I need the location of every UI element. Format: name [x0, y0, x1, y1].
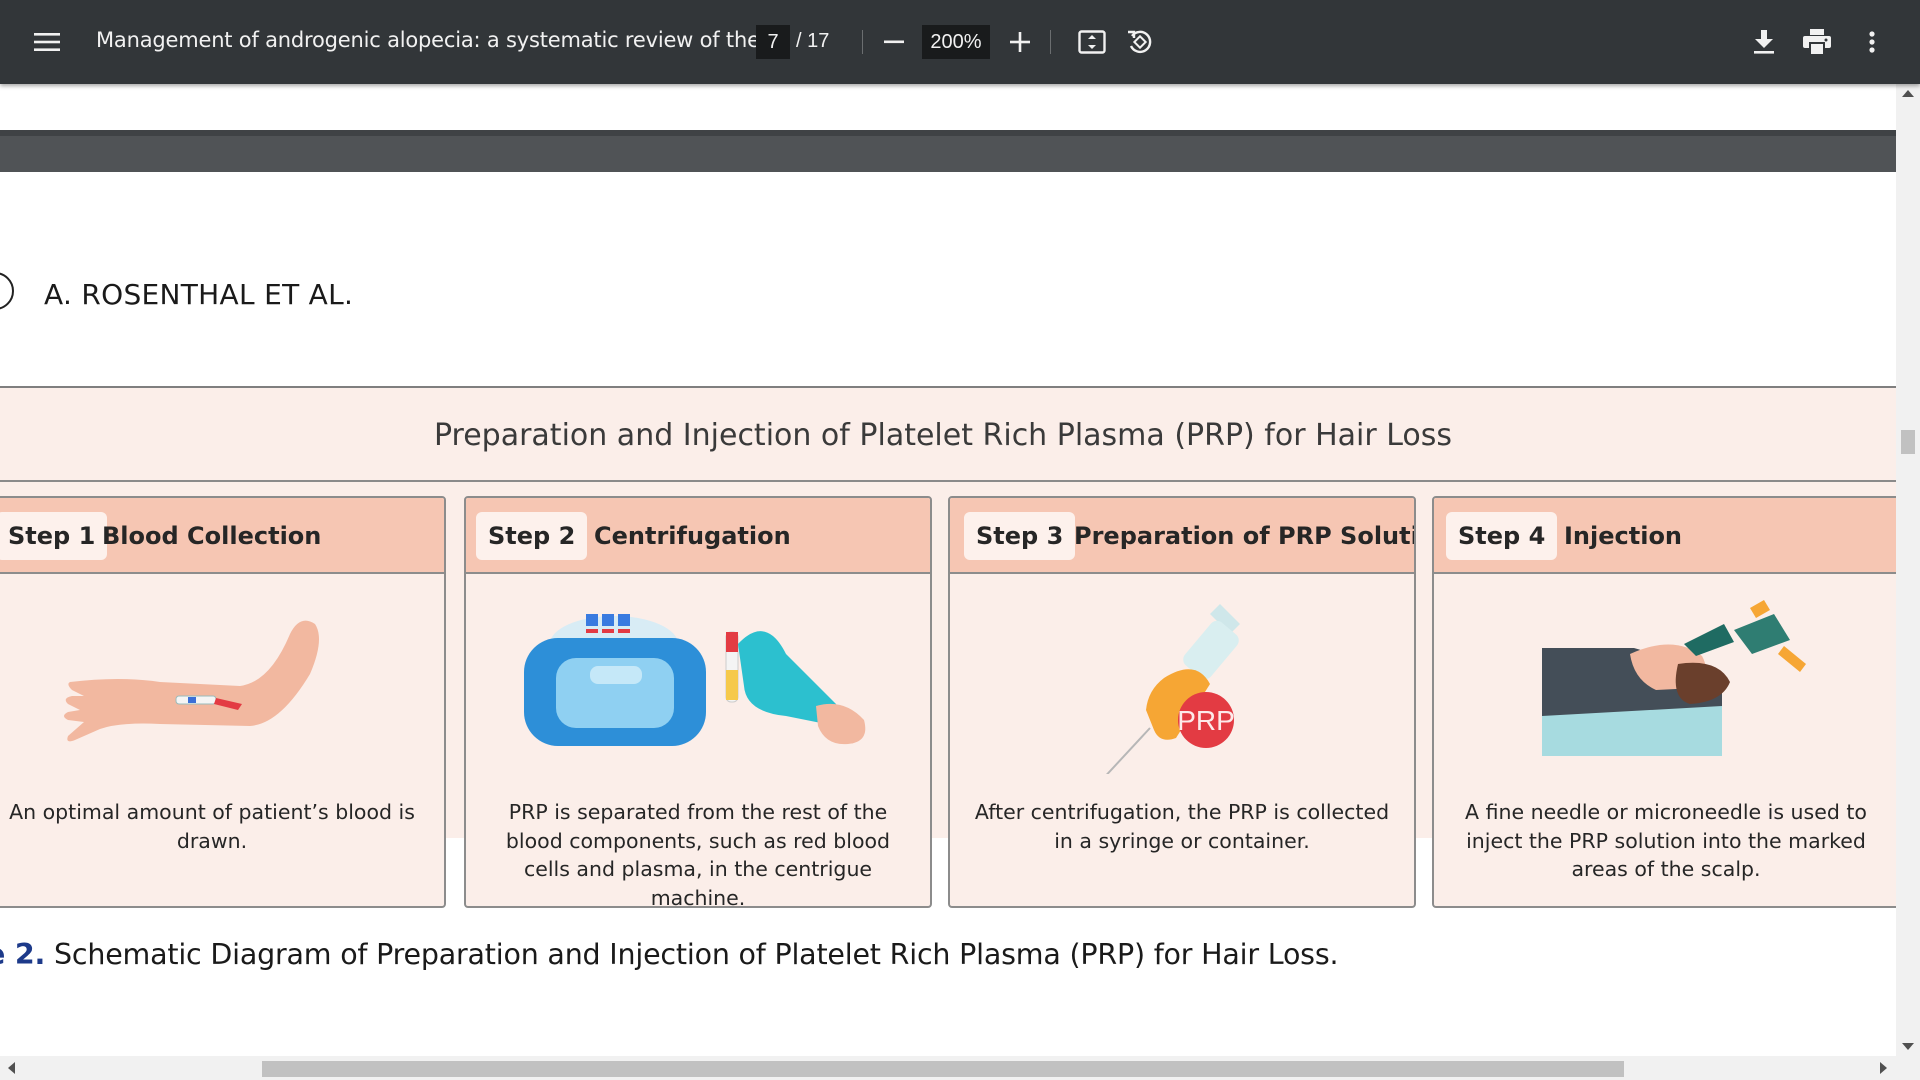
page-separator [0, 130, 1896, 172]
horizontal-scrollbar[interactable] [0, 1056, 1920, 1080]
figure-divider [0, 480, 1896, 482]
fit-page-icon [1078, 30, 1106, 54]
step-4-card: Step 4 Injection A fine needle or micron… [1432, 496, 1896, 908]
rotate-button[interactable] [1124, 26, 1156, 58]
journal-logo-icon [0, 272, 14, 310]
step-title: Blood Collection [102, 522, 322, 550]
step-3-card: Step 3 Preparation of PRP Solution PRP A… [948, 496, 1416, 908]
horizontal-scroll-thumb[interactable] [262, 1061, 1624, 1077]
centrifuge-illustration [466, 594, 930, 774]
step-tag: Step 1 [0, 512, 108, 560]
step-header: Step 4 Injection [1434, 498, 1896, 574]
step-1-card: Step 1 Blood Collection An optimal amoun… [0, 496, 446, 908]
caption-text: Schematic Diagram of Preparation and Inj… [45, 938, 1339, 971]
more-options-button[interactable] [1856, 26, 1888, 58]
step-title: Preparation of PRP Solution [1074, 522, 1416, 550]
pdf-toolbar: Management of androgenic alopecia: a sys… [0, 0, 1920, 84]
step-description: After centrifugation, the PRP is collect… [974, 800, 1390, 853]
figure-caption: e 2. Schematic Diagram of Preparation an… [0, 938, 1339, 971]
zoom-out-icon [884, 40, 904, 44]
scalp-injection-illustration [1434, 594, 1896, 774]
page-number-input[interactable]: 7 [756, 25, 790, 59]
toolbar-divider [1050, 30, 1051, 54]
step-header: Step 3 Preparation of PRP Solution [950, 498, 1414, 574]
pdf-viewer[interactable]: A. ROSENTHAL ET AL. Preparation and Inje… [0, 84, 1896, 1056]
download-icon [1754, 30, 1774, 54]
step-title: Injection [1564, 522, 1683, 550]
zoom-out-button[interactable] [878, 26, 910, 58]
print-icon [1803, 29, 1831, 55]
menu-icon[interactable] [30, 26, 64, 58]
document-title: Management of androgenic alopecia: a sys… [96, 28, 786, 52]
step-description: An optimal amount of patient’s blood is … [9, 800, 415, 853]
scroll-down-arrow-icon[interactable] [1902, 1043, 1914, 1050]
page-total: / 17 [796, 30, 830, 52]
step-description: PRP is separated from the rest of the bl… [505, 800, 891, 908]
scroll-right-arrow-icon[interactable] [1880, 1062, 1887, 1074]
more-vert-icon [1869, 31, 1875, 53]
zoom-level-input[interactable]: 200% [922, 25, 990, 59]
scroll-left-arrow-icon[interactable] [8, 1062, 15, 1074]
step-header: Step 1 Blood Collection [0, 498, 444, 574]
zoom-in-button[interactable] [1004, 26, 1036, 58]
step-tag: Step 4 [1446, 512, 1558, 560]
vertical-scroll-thumb[interactable] [1901, 430, 1915, 454]
fit-page-button[interactable] [1076, 26, 1108, 58]
zoom-in-icon [1010, 32, 1030, 52]
running-head: A. ROSENTHAL ET AL. [44, 278, 354, 311]
download-button[interactable] [1748, 26, 1780, 58]
step-tag: Step 3 [964, 512, 1076, 560]
toolbar-divider [862, 30, 863, 54]
rotate-icon [1128, 30, 1152, 54]
figure-prp-diagram: Preparation and Injection of Platelet Ri… [0, 386, 1896, 908]
figure-title: Preparation and Injection of Platelet Ri… [433, 418, 1453, 453]
step-2-card: Step 2 Centrifugation PRP is separated f… [464, 496, 932, 908]
scroll-up-arrow-icon[interactable] [1902, 90, 1914, 97]
arm-blood-draw-illustration [0, 594, 444, 774]
syringe-prp-illustration: PRP [950, 594, 1414, 783]
step-title: Centrifugation [594, 522, 791, 550]
step-tag: Step 2 [476, 512, 588, 560]
caption-label: e 2. [0, 938, 46, 971]
prp-badge-label: PRP [1177, 705, 1235, 736]
vertical-scrollbar[interactable] [1896, 84, 1920, 1056]
print-button[interactable] [1800, 26, 1834, 58]
step-description: A fine needle or microneedle is used to … [1465, 800, 1867, 881]
step-header: Step 2 Centrifugation [466, 498, 930, 574]
